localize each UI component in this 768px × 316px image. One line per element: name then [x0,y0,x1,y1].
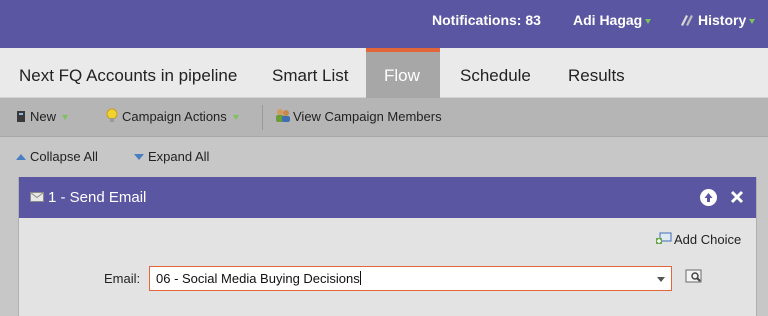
people-icon [276,109,290,122]
history-label: History [698,12,747,28]
collapse-icon [16,154,26,160]
add-choice-button[interactable]: Add Choice [656,232,741,247]
campaign-actions-button[interactable]: Campaign Actions [106,98,239,136]
new-dropdown-icon [62,115,69,121]
user-menu[interactable]: Adi Hagag [573,12,652,28]
action-toolbar: New Campaign Actions View Campaign Membe… [0,98,768,137]
preview-email-button[interactable] [685,268,705,285]
add-choice-label: Add Choice [674,232,742,247]
collapse-all-button[interactable]: Collapse All [16,138,98,176]
view-campaign-members-label: View Campaign Members [293,109,442,124]
new-button[interactable]: New [16,98,69,136]
expand-icon [134,154,144,160]
history-dropdown-icon [749,18,756,24]
collapse-all-label: Collapse All [30,149,98,164]
flow-step: 1 - Send Email Add Choice Email: 06 - So… [18,177,757,316]
email-icon [30,192,44,202]
tab-campaign-name[interactable]: Next FQ Accounts in pipeline [1,48,255,98]
preview-icon [685,269,702,283]
expand-all-button[interactable]: Expand All [134,138,209,176]
history-menu[interactable]: History [679,12,756,28]
campaign-actions-label: Campaign Actions [122,109,227,124]
tab-results[interactable]: Results [550,48,643,98]
history-icon [681,15,693,26]
toolbar-divider [262,105,263,130]
user-menu-dropdown-icon [645,18,652,24]
lightbulb-icon [106,108,118,122]
move-up-button[interactable] [700,189,717,206]
email-select-value: 06 - Social Media Buying Decisions [156,271,360,286]
new-icon [17,111,25,122]
campaign-tabs: Next FQ Accounts in pipeline Smart List … [0,48,768,98]
user-name: Adi Hagag [573,12,643,28]
email-select[interactable]: 06 - Social Media Buying Decisions [149,266,672,291]
chevron-down-icon[interactable] [657,277,665,282]
tab-flow[interactable]: Flow [366,48,440,98]
top-bar: Notifications: 83 Adi Hagag History [0,0,768,48]
campaign-actions-dropdown-icon [232,115,239,121]
view-campaign-members-button[interactable]: View Campaign Members [275,98,442,136]
text-cursor [359,271,361,285]
tree-controls: Collapse All Expand All [0,138,768,176]
flow-step-title: 1 - Send Email [30,177,146,218]
add-choice-icon [656,232,672,244]
expand-all-label: Expand All [148,149,210,164]
notifications-link[interactable]: Notifications: 83 [432,12,541,28]
email-field-label: Email: [104,271,141,286]
tab-schedule[interactable]: Schedule [442,48,549,98]
new-label: New [30,109,57,124]
flow-step-header[interactable]: 1 - Send Email [19,177,756,218]
delete-step-button[interactable] [728,186,746,208]
flow-step-title-text: 1 - Send Email [48,189,147,206]
tab-smart-list[interactable]: Smart List [254,48,367,98]
arrow-up-icon [704,193,713,202]
close-icon [730,190,744,204]
